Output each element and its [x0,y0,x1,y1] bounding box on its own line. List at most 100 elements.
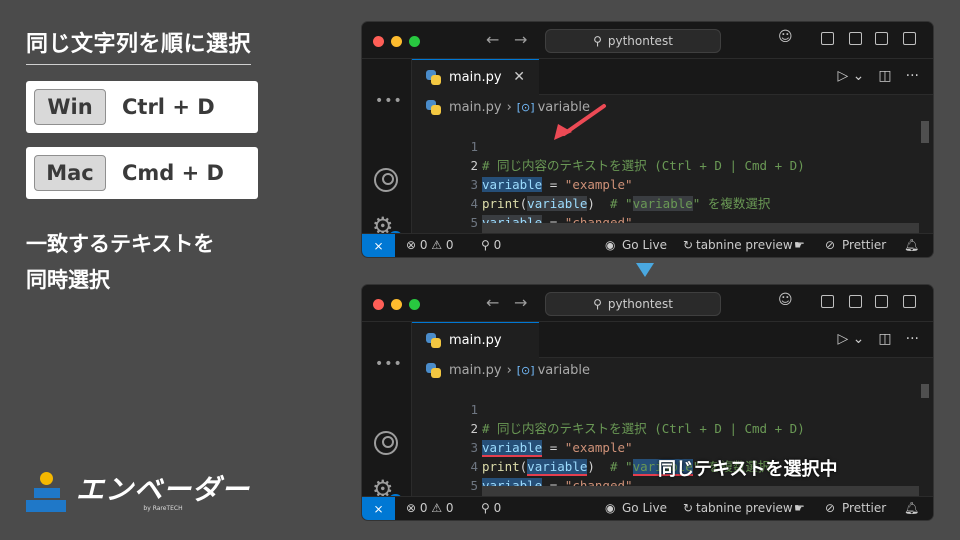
split-editor-icon[interactable]: ◫ [878,68,891,84]
account-icon[interactable] [374,431,398,455]
ports-status[interactable]: ⚲ 0 [481,501,501,515]
overlay-caption: 同じテキストを選択中 [658,459,838,480]
chevron-right-icon: › [506,362,512,378]
code-token: = [542,177,565,192]
os-key-label: Win [34,89,106,125]
breadcrumb-symbol[interactable]: variable [538,363,590,378]
close-icon[interactable]: ✕ [513,69,525,85]
remote-indicator[interactable]: ⨯ [362,234,395,257]
layout-customize-icon[interactable] [821,32,834,45]
tabnine-status[interactable]: tabnine preview [696,501,793,515]
code-line: 6 [412,213,478,249]
code-line: 3 print(variable) # "variable" を複数選択 [412,419,770,476]
toggle-secondary-sidebar-icon[interactable] [903,295,916,308]
maximize-window-button[interactable] [409,299,420,310]
line-number: 4 [470,196,478,211]
tab-label: main.py [449,70,502,85]
copilot-icon[interactable]: ☺ [778,29,793,45]
minimize-window-button[interactable] [391,36,402,47]
editor-actions: ▷ ⌄ ◫ ··· [837,68,919,84]
problems-status[interactable]: ⊗ 0 ⚠ 0 [406,238,454,252]
vertical-scrollbar[interactable] [919,381,933,498]
split-editor-icon[interactable]: ◫ [878,331,891,347]
toggle-sidebar-icon[interactable] [849,295,862,308]
selected-text: variable [527,459,588,476]
python-file-icon [426,99,441,115]
code-comment: # 同じ内容のテキストを選択 (Ctrl + D | Cmd + D) [482,421,805,436]
remote-indicator[interactable]: ⨯ [362,497,395,520]
selected-text: variable [482,177,543,192]
run-icon[interactable]: ▷ ⌄ [837,68,864,84]
code-line: 1 # 同じ内容のテキストを選択 (Ctrl + D | Cmd + D) [412,381,804,436]
tab-main-py[interactable]: main.py ✕ [412,59,539,95]
selected-text: variable [482,440,543,457]
tab-main-py[interactable]: main.py [412,322,539,358]
minimize-window-button[interactable] [391,299,402,310]
more-actions-icon[interactable]: ··· [906,68,919,84]
title-bar: ← → ⚲ pythontest ☺ [362,22,933,59]
scrollbar-thumb[interactable] [921,384,929,398]
more-icon[interactable]: ••• [375,93,403,109]
variable-symbol-icon: [⊙] [516,100,535,114]
code-editor[interactable]: 1 # 同じ内容のテキストを選択 (Ctrl + D | Cmd + D) 2 … [412,118,919,249]
account-icon[interactable] [374,168,398,192]
code-line: 5 [412,457,478,493]
search-icon: ⚲ [593,34,602,48]
title-bar: ← → ⚲ pythontest ☺ [362,285,933,322]
code-comment: " を複数選択 [692,196,771,211]
description: 一致するテキストを 同時選択 [26,226,214,298]
tabnine-status[interactable]: tabnine preview [696,238,793,252]
go-live-button[interactable]: Go Live [622,501,667,515]
red-arrow-icon [554,104,606,140]
status-bar: ⨯ ⊗ 0 ⚠ 0 ⚲ 0 ◉ Go Live ↻ tabnine previe… [362,233,933,257]
command-center-search[interactable]: ⚲ pythontest [545,292,721,316]
code-line: 4 variable = "changed" [412,175,633,230]
bell-icon[interactable]: 🔔︎ [904,238,919,252]
horizontal-scrollbar[interactable] [482,486,919,496]
code-line: 2 variable = "example" [412,137,633,192]
back-arrow-icon[interactable]: ← [486,30,499,49]
prettier-status[interactable]: Prettier [842,501,886,515]
forward-arrow-icon[interactable]: → [514,30,527,49]
prettier-status[interactable]: Prettier [842,238,886,252]
editor-window-before: ← → ⚲ pythontest ☺ ••• ⚙ 1 main.py ✕ ▷ ⌄… [361,21,934,258]
more-actions-icon[interactable]: ··· [906,331,919,347]
toggle-panel-icon[interactable] [875,32,888,45]
problems-status[interactable]: ⊗ 0 ⚠ 0 [406,501,454,515]
toggle-sidebar-icon[interactable] [849,32,862,45]
ports-status[interactable]: ⚲ 0 [481,238,501,252]
maximize-window-button[interactable] [409,36,420,47]
toggle-panel-icon[interactable] [875,295,888,308]
code-line: 4 variable = "changed" [412,438,633,495]
chevron-right-icon: › [506,99,512,115]
line-number: 1 [470,402,478,417]
breadcrumb-file[interactable]: main.py [449,363,502,378]
breadcrumb-file[interactable]: main.py [449,100,502,115]
search-text: pythontest [607,34,673,48]
layout-customize-icon[interactable] [821,295,834,308]
more-icon[interactable]: ••• [375,356,403,372]
code-token: ) [587,196,595,211]
line-number: 5 [470,215,478,230]
line-number: 2 [470,421,478,436]
toggle-secondary-sidebar-icon[interactable] [903,32,916,45]
command-center-search[interactable]: ⚲ pythontest [545,29,721,53]
go-live-button[interactable]: Go Live [622,238,667,252]
horizontal-scrollbar[interactable] [482,223,919,233]
code-line: 3 print(variable) # "variable" を複数選択 [412,156,770,211]
line-number: 1 [470,139,478,154]
close-window-button[interactable] [373,299,384,310]
close-window-button[interactable] [373,36,384,47]
broadcast-icon: ◉ [605,238,616,252]
scrollbar-thumb[interactable] [921,121,929,143]
prettier-check-icon: ⊘ [825,238,836,252]
bell-icon[interactable]: 🔔︎ [904,501,919,515]
editor-window-after: ← → ⚲ pythontest ☺ ••• ⚙ 1 main.py ▷ ⌄ ◫… [361,284,934,521]
code-line: 6 [412,476,478,512]
tabnine-icon: ↻ [683,501,694,515]
back-arrow-icon[interactable]: ← [486,293,499,312]
forward-arrow-icon[interactable]: → [514,293,527,312]
code-function: print [482,196,520,211]
run-icon[interactable]: ▷ ⌄ [837,331,864,347]
copilot-icon[interactable]: ☺ [778,292,793,308]
